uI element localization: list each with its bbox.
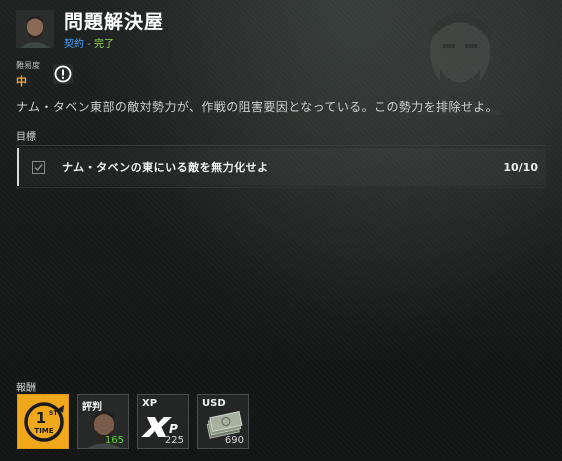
- xp-reward[interactable]: XP P 225: [137, 394, 189, 449]
- objective-text: ナム・タベンの東にいる敵を無力化せよ: [62, 161, 269, 174]
- objectives-bottom-divider: [16, 187, 546, 188]
- first-time-badge-icon: 1 ST TIME: [24, 402, 64, 442]
- usd-reward[interactable]: USD 690: [197, 394, 249, 449]
- objective-progress: 10/10: [503, 160, 538, 174]
- objective-row[interactable]: ナム・タベンの東にいる敵を無力化せよ 10/10: [17, 148, 546, 186]
- first-time-reward[interactable]: 1 ST TIME: [17, 394, 69, 449]
- character-portrait-icon: [16, 10, 54, 48]
- svg-text:ST: ST: [49, 410, 58, 417]
- contract-header: 問題解決屋 契約 - 完了: [16, 10, 164, 50]
- svg-text:1: 1: [36, 409, 46, 427]
- rewards-list: 1 ST TIME 評判 165 XP P 225 USD 690: [17, 394, 249, 449]
- difficulty-value: 中: [16, 75, 27, 88]
- objectives-title: 目標: [16, 132, 36, 143]
- contract-description: ナム・タベン東部の敵対勢力が、作戦の阻害要因となっている。この勢力を排除せよ。: [16, 100, 499, 114]
- reputation-reward[interactable]: 評判 165: [77, 394, 129, 449]
- contract-type: 契約: [64, 39, 84, 50]
- checkbox-checked-icon: [32, 160, 45, 174]
- exclamation-circle-icon[interactable]: [53, 64, 73, 84]
- contract-subtitle: 契約 - 完了: [64, 35, 164, 50]
- subtitle-separator: -: [84, 39, 94, 50]
- difficulty-label: 難易度: [16, 61, 40, 70]
- svg-text:P: P: [169, 422, 178, 436]
- contract-title: 問題解決屋: [64, 11, 165, 33]
- svg-text:TIME: TIME: [34, 427, 53, 435]
- difficulty-block: 難易度 中: [16, 60, 40, 89]
- xp-amount: 225: [164, 435, 184, 446]
- objectives-divider: [16, 145, 546, 146]
- reputation-label: 評判: [82, 402, 102, 413]
- reputation-amount: 165: [104, 435, 124, 446]
- contract-status: 完了: [93, 39, 114, 50]
- rewards-title: 報酬: [16, 383, 36, 394]
- usd-amount: 690: [224, 435, 244, 446]
